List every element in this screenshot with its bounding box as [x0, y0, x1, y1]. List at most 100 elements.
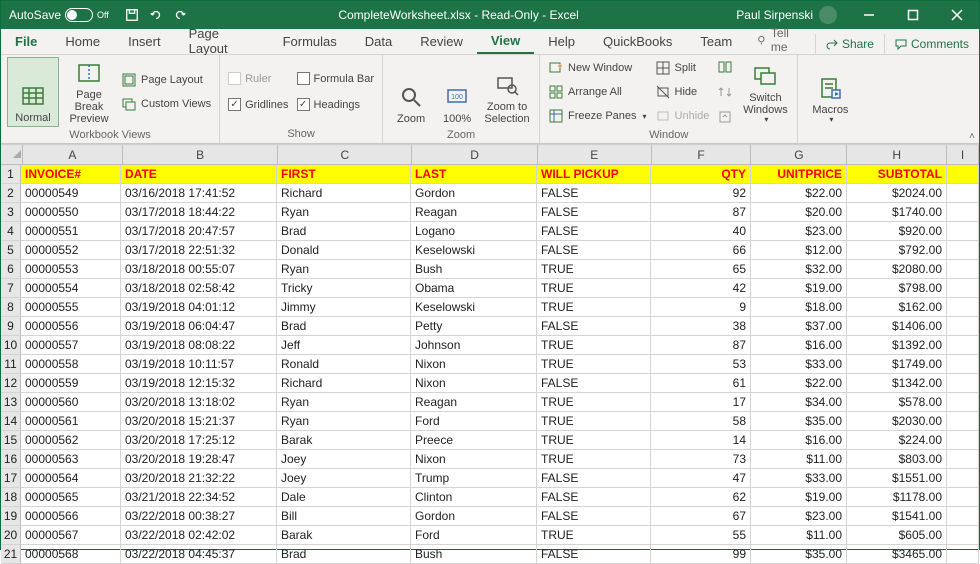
row-header[interactable]: 6 — [1, 260, 21, 279]
cell[interactable]: $162.00 — [847, 298, 947, 317]
cell[interactable]: $32.00 — [751, 260, 847, 279]
cell[interactable]: Gordon — [411, 507, 537, 526]
cell[interactable]: Richard — [277, 184, 411, 203]
cell[interactable] — [947, 374, 979, 393]
cell[interactable]: $19.00 — [751, 488, 847, 507]
cell[interactable]: 38 — [651, 317, 751, 336]
cell[interactable]: $1406.00 — [847, 317, 947, 336]
collapse-ribbon-button[interactable]: ˄ — [969, 131, 975, 142]
cell[interactable]: $578.00 — [847, 393, 947, 412]
cell[interactable]: $11.00 — [751, 450, 847, 469]
cell[interactable]: Obama — [411, 279, 537, 298]
cell[interactable] — [947, 336, 979, 355]
cell[interactable]: 03/19/2018 04:01:12 — [121, 298, 277, 317]
cell[interactable] — [947, 507, 979, 526]
cell[interactable]: Preece — [411, 431, 537, 450]
cell[interactable]: Brad — [277, 317, 411, 336]
hide-button[interactable]: Hide — [653, 82, 712, 102]
cell[interactable]: Joey — [277, 450, 411, 469]
cell[interactable]: 99 — [651, 545, 751, 564]
cell[interactable] — [947, 545, 979, 564]
cell[interactable]: INVOICE# — [21, 165, 121, 184]
cell[interactable]: 03/20/2018 17:25:12 — [121, 431, 277, 450]
zoom-selection-button[interactable]: Zoom to Selection — [481, 57, 533, 127]
column-header[interactable]: A — [23, 145, 123, 164]
zoom-button[interactable]: Zoom — [389, 57, 433, 127]
cell[interactable]: 00000567 — [21, 526, 121, 545]
cell[interactable]: 03/17/2018 22:51:32 — [121, 241, 277, 260]
formula-bar-checkbox[interactable]: Formula Bar — [295, 69, 377, 89]
table-row[interactable]: 00000552 03/17/2018 22:51:32 Donald Kese… — [21, 241, 979, 260]
table-row[interactable]: 00000564 03/20/2018 21:32:22 Joey Trump … — [21, 469, 979, 488]
column-header[interactable]: I — [947, 145, 979, 164]
cell[interactable]: $35.00 — [751, 545, 847, 564]
row-header[interactable]: 3 — [1, 203, 21, 222]
autosave-toggle[interactable]: AutoSave Off — [1, 8, 117, 22]
table-row[interactable]: 00000559 03/19/2018 12:15:32 Richard Nix… — [21, 374, 979, 393]
cell[interactable]: Nixon — [411, 355, 537, 374]
close-button[interactable] — [935, 1, 979, 29]
cell[interactable] — [947, 203, 979, 222]
switch-windows-button[interactable]: Switch Windows▾ — [739, 57, 791, 127]
row-header[interactable]: 12 — [1, 374, 21, 393]
tab-review[interactable]: Review — [406, 28, 477, 54]
cell[interactable]: 42 — [651, 279, 751, 298]
cell[interactable]: TRUE — [537, 412, 651, 431]
tell-me-search[interactable]: Tell me — [746, 26, 815, 54]
cell[interactable]: $19.00 — [751, 279, 847, 298]
cell[interactable]: 65 — [651, 260, 751, 279]
cell[interactable]: Joey — [277, 469, 411, 488]
cell[interactable]: Nixon — [411, 450, 537, 469]
cell[interactable]: 03/20/2018 13:18:02 — [121, 393, 277, 412]
column-header[interactable]: F — [652, 145, 752, 164]
row-header[interactable]: 1 — [1, 165, 21, 184]
column-header[interactable]: D — [412, 145, 538, 164]
cell[interactable]: WILL PICKUP — [537, 165, 651, 184]
row-header[interactable]: 16 — [1, 450, 21, 469]
cell[interactable]: $12.00 — [751, 241, 847, 260]
cell[interactable]: 92 — [651, 184, 751, 203]
table-row[interactable]: 00000563 03/20/2018 19:28:47 Joey Nixon … — [21, 450, 979, 469]
cell[interactable]: 03/22/2018 02:42:02 — [121, 526, 277, 545]
cell[interactable]: 58 — [651, 412, 751, 431]
cell[interactable]: 00000564 — [21, 469, 121, 488]
cell[interactable]: Gordon — [411, 184, 537, 203]
cell[interactable]: $22.00 — [751, 184, 847, 203]
cell[interactable]: TRUE — [537, 431, 651, 450]
cell[interactable]: Ryan — [277, 203, 411, 222]
cell[interactable] — [947, 488, 979, 507]
cell[interactable]: 00000551 — [21, 222, 121, 241]
cell[interactable]: Trump — [411, 469, 537, 488]
column-header[interactable]: G — [751, 145, 847, 164]
row-header[interactable]: 20 — [1, 526, 21, 545]
cell[interactable]: FALSE — [537, 241, 651, 260]
split-button[interactable]: Split — [653, 58, 712, 78]
row-header[interactable]: 14 — [1, 412, 21, 431]
cell[interactable]: 03/22/2018 00:38:27 — [121, 507, 277, 526]
tab-help[interactable]: Help — [534, 28, 589, 54]
share-button[interactable]: Share — [815, 34, 884, 54]
cell[interactable]: FIRST — [277, 165, 411, 184]
table-row[interactable]: 00000557 03/19/2018 08:08:22 Jeff Johnso… — [21, 336, 979, 355]
column-header[interactable]: C — [278, 145, 412, 164]
cell[interactable] — [947, 526, 979, 545]
cell[interactable]: DATE — [121, 165, 277, 184]
cell[interactable]: LAST — [411, 165, 537, 184]
cell[interactable]: Jimmy — [277, 298, 411, 317]
cell[interactable]: Ryan — [277, 412, 411, 431]
cell[interactable]: $1178.00 — [847, 488, 947, 507]
cell[interactable]: $1740.00 — [847, 203, 947, 222]
cell[interactable]: $1551.00 — [847, 469, 947, 488]
cell[interactable]: 03/19/2018 10:11:57 — [121, 355, 277, 374]
cell[interactable] — [947, 184, 979, 203]
cell[interactable]: 00000565 — [21, 488, 121, 507]
table-row[interactable]: 00000565 03/21/2018 22:34:52 Dale Clinto… — [21, 488, 979, 507]
cell[interactable] — [947, 393, 979, 412]
cell[interactable]: FALSE — [537, 507, 651, 526]
cell[interactable]: Petty — [411, 317, 537, 336]
cell[interactable]: 03/16/2018 17:41:52 — [121, 184, 277, 203]
redo-button[interactable] — [169, 4, 191, 26]
row-header[interactable]: 17 — [1, 469, 21, 488]
cell[interactable] — [947, 298, 979, 317]
table-row[interactable]: 00000560 03/20/2018 13:18:02 Ryan Reagan… — [21, 393, 979, 412]
